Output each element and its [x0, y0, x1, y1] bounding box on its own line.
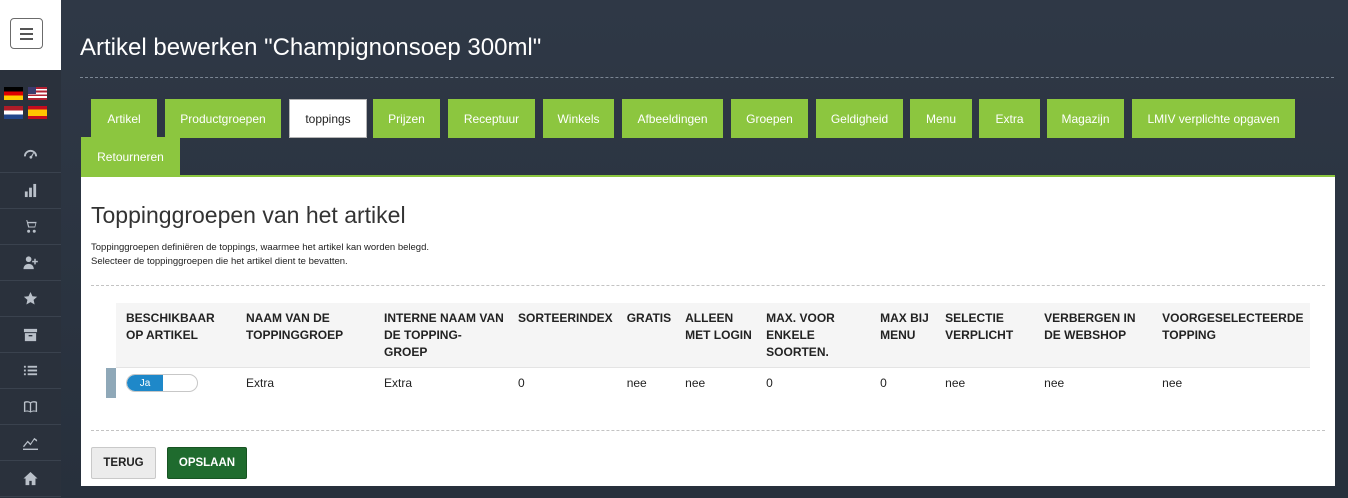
back-button[interactable]: TERUG — [91, 447, 156, 479]
table-cell: nee — [685, 376, 706, 390]
column-header: VERBERGEN IN DE WEBSHOP — [1034, 303, 1153, 368]
tab-prijzen[interactable]: Prijzen — [373, 99, 440, 138]
hamburger-icon[interactable] — [10, 18, 43, 49]
table-cell: Extra — [246, 376, 275, 390]
sidebar-item-statistics[interactable] — [0, 173, 61, 209]
tab-menu[interactable]: Menu — [910, 99, 972, 138]
flag-nl-icon[interactable] — [4, 106, 23, 119]
tab-winkels[interactable]: Winkels — [543, 99, 614, 138]
table-cell: nee — [1162, 376, 1183, 390]
column-header: BESCHIKBAAR OP ARTIKEL — [116, 303, 236, 368]
row-drag-handle[interactable] — [106, 368, 116, 398]
table-cell: 0 — [518, 376, 525, 390]
description-line: Toppinggroepen definiëren de toppings, w… — [91, 242, 430, 253]
tab-retourneren[interactable]: Retourneren — [81, 137, 180, 176]
tab-geldigheid[interactable]: Geldigheid — [816, 99, 903, 138]
tab-extra[interactable]: Extra — [979, 99, 1040, 138]
save-button[interactable]: OPSLAAN — [167, 447, 247, 479]
page-title: Artikel bewerken "Champignonsoep 300ml" — [80, 34, 542, 61]
sidebar-nav — [0, 137, 61, 497]
tab-receptuur[interactable]: Receptuur — [448, 99, 535, 138]
column-header: VOORGESELECTEERDE TOPPING — [1152, 303, 1310, 368]
tab-productgroepen[interactable]: Productgroepen — [165, 99, 281, 138]
book-icon — [23, 401, 38, 413]
sidebar-item-archive[interactable] — [0, 317, 61, 353]
home-icon — [23, 471, 38, 486]
divider — [91, 285, 1325, 286]
tab-toppings[interactable]: toppings — [289, 99, 367, 138]
topping-groups-table: BESCHIKBAAR OP ARTIKEL NAAM VAN DE TOPPI… — [106, 303, 1310, 398]
sidebar-item-trends[interactable] — [0, 425, 61, 461]
bar-chart-icon — [24, 183, 37, 198]
star-icon — [23, 291, 38, 305]
available-toggle[interactable]: Ja — [126, 374, 198, 392]
table-cell: nee — [945, 376, 966, 390]
column-header: NAAM VAN DE TOPPINGGROEP — [236, 303, 374, 368]
tab-artikel[interactable]: Artikel — [91, 99, 157, 138]
cell-available: Ja — [116, 368, 236, 399]
flag-us-icon[interactable] — [28, 87, 47, 100]
header-spacer — [106, 303, 116, 368]
sidebar-header — [0, 0, 61, 70]
section-title: Toppinggroepen van het artikel — [91, 202, 406, 228]
main-content: Artikel bewerken "Champignonsoep 300ml" … — [61, 0, 1348, 498]
tab-lmiv[interactable]: LMIV verplichte opgaven — [1132, 99, 1295, 138]
flag-es-icon[interactable] — [28, 106, 47, 119]
sidebar-item-favorites[interactable] — [0, 281, 61, 317]
archive-icon — [23, 328, 38, 342]
table-cell: nee — [626, 376, 647, 390]
sidebar-item-home[interactable] — [0, 461, 61, 497]
sidebar-item-orders[interactable] — [0, 209, 61, 245]
toppings-panel: Toppinggroepen van het artikel Toppinggr… — [81, 175, 1335, 486]
divider — [91, 430, 1325, 431]
tab-afbeeldingen[interactable]: Afbeeldingen — [622, 99, 723, 138]
table-cell: 0 — [880, 376, 887, 390]
list-icon — [23, 365, 38, 376]
sidebar — [0, 0, 61, 498]
add-user-icon — [23, 256, 38, 270]
table-header-row: BESCHIKBAAR OP ARTIKEL NAAM VAN DE TOPPI… — [106, 303, 1310, 368]
sidebar-item-list[interactable] — [0, 353, 61, 389]
sidebar-item-customers[interactable] — [0, 245, 61, 281]
trend-icon — [23, 437, 38, 450]
column-header: MAX BIJ MENU — [870, 303, 936, 368]
speedometer-icon — [23, 149, 38, 159]
column-header: SORTEERINDEX — [508, 303, 617, 368]
sidebar-item-catalog[interactable] — [0, 389, 61, 425]
title-divider — [80, 77, 1334, 78]
toggle-on-label: Ja — [127, 375, 163, 391]
table-cell: nee — [1044, 376, 1065, 390]
column-header: INTERNE NAAM VAN DE TOPPING-GROEP — [374, 303, 508, 368]
sidebar-item-dashboard[interactable] — [0, 137, 61, 173]
table-cell: 0 — [766, 376, 773, 390]
tab-magazijn[interactable]: Magazijn — [1047, 99, 1124, 138]
column-header: GRATIS — [616, 303, 676, 368]
description-line: Selecteer de toppinggroepen die het arti… — [91, 256, 348, 267]
column-header: MAX. VOOR ENKELE SOORTEN. — [756, 303, 871, 368]
tab-groepen[interactable]: Groepen — [731, 99, 808, 138]
column-header: SELECTIE VERPLICHT — [935, 303, 1035, 368]
table-cell: Extra — [384, 376, 413, 390]
section-description: Toppinggroepen definiëren de toppings, w… — [91, 241, 429, 269]
cart-icon — [23, 219, 37, 233]
flag-de-icon[interactable] — [4, 87, 23, 100]
column-header: ALLEEN MET LOGIN — [675, 303, 757, 368]
table-row[interactable]: Ja Extra Extra 0 nee nee 0 0 nee nee nee — [106, 368, 1310, 399]
